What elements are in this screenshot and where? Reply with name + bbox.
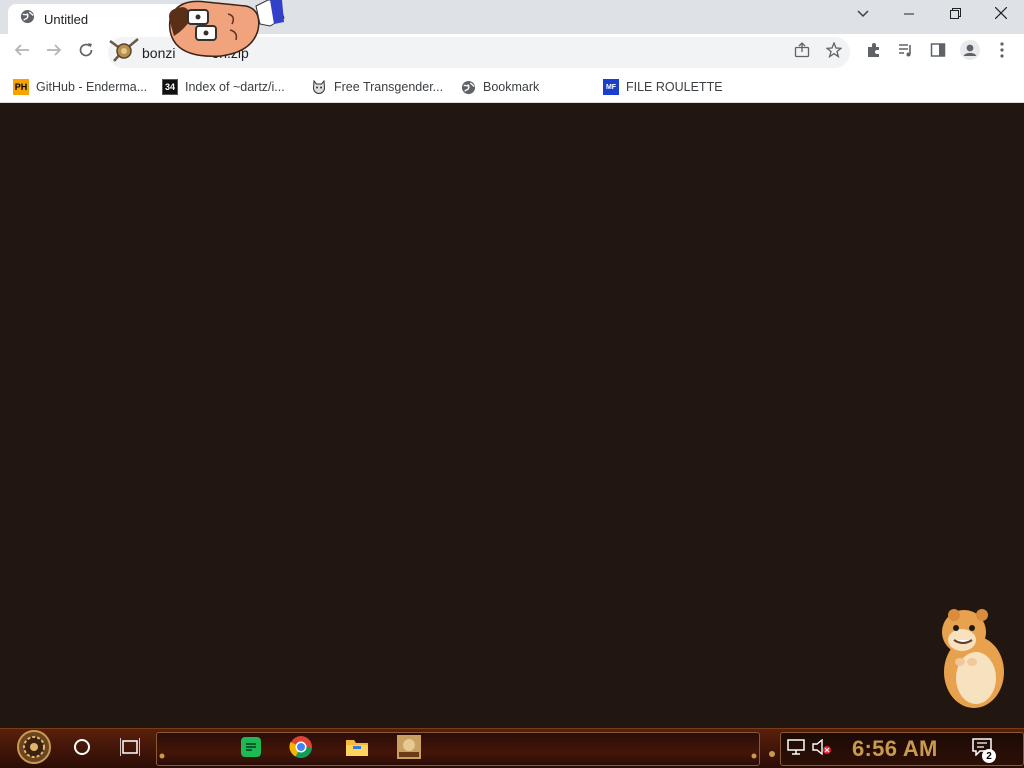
rivet-icon: [751, 746, 757, 764]
game-thumbnail-icon: [397, 734, 421, 764]
rivet-icon: [159, 746, 165, 764]
taskbar-app-game[interactable]: [392, 733, 426, 765]
cartoon-mascot-face: [166, 0, 286, 65]
tab-title: Untitled: [44, 11, 89, 27]
taskbar-app-file-explorer[interactable]: [340, 733, 374, 765]
bookmark-item[interactable]: MF FILE ROULETTE: [603, 77, 723, 97]
forward-button[interactable]: [40, 38, 68, 66]
taskbar-app-chrome[interactable]: [284, 733, 318, 765]
close-icon: [994, 6, 1008, 24]
gizmo-overlay-icon: [108, 35, 140, 70]
bookmark-label: Bookmark: [483, 80, 540, 94]
volume-muted-icon: [812, 738, 832, 760]
page-content-area[interactable]: [0, 104, 1024, 728]
globe-icon: [20, 9, 35, 29]
search-circle-icon: [73, 738, 91, 761]
task-view-button[interactable]: [114, 733, 146, 765]
cat-icon: [311, 79, 327, 95]
tab-search-button[interactable]: [840, 0, 886, 30]
folder-icon: [345, 737, 369, 762]
media-controls-button[interactable]: [892, 38, 920, 66]
bookmark-item[interactable]: PH GitHub - Enderma...: [13, 77, 147, 97]
reload-icon: [78, 42, 94, 63]
extensions-button[interactable]: [860, 38, 888, 66]
restore-button[interactable]: [932, 0, 978, 30]
globe-icon: [460, 79, 476, 95]
spotify-icon: [240, 736, 262, 763]
music-queue-icon: [898, 42, 914, 63]
bookmark-star-button[interactable]: [820, 38, 848, 66]
site-favicon-icon: PH: [13, 79, 29, 95]
browser-toolbar: bonzi on.zip: [0, 34, 1024, 71]
bookmark-item[interactable]: Free Transgender...: [311, 77, 443, 97]
side-panel-button[interactable]: [924, 38, 952, 66]
menu-button[interactable]: [988, 38, 1016, 66]
taskbar-app-spotify[interactable]: [234, 733, 268, 765]
bookmark-label: Free Transgender...: [334, 80, 444, 94]
taskbar-clock[interactable]: 6:56 AM: [852, 736, 938, 762]
volume-tray-button[interactable]: [806, 733, 838, 765]
notification-count-badge: 2: [982, 749, 996, 763]
start-button[interactable]: [8, 729, 60, 768]
bookmark-item[interactable]: Bookmark: [460, 77, 539, 97]
notifications-button[interactable]: 2: [966, 733, 998, 765]
reload-button[interactable]: [72, 38, 100, 66]
task-view-icon: [119, 737, 141, 761]
bookmark-label: FILE ROULETTE: [626, 80, 723, 94]
side-panel-icon: [930, 42, 946, 63]
browser-titlebar: Untitled: [0, 0, 1024, 34]
chevron-down-icon: [857, 6, 869, 24]
close-button[interactable]: [978, 0, 1024, 30]
puzzle-icon: [866, 42, 882, 63]
kebab-menu-icon: [1000, 41, 1004, 63]
restore-icon: [949, 6, 961, 24]
share-button[interactable]: [788, 38, 816, 66]
arrow-right-icon: [46, 42, 62, 63]
arrow-left-icon: [14, 42, 30, 63]
gear-orb-icon: [14, 729, 54, 768]
network-icon: [787, 738, 805, 760]
bookmarks-bar: PH GitHub - Enderma... 34 Index of ~dart…: [0, 71, 1024, 103]
hamster-desktop-pet[interactable]: [930, 604, 1010, 717]
share-icon: [794, 41, 810, 63]
bookmark-label: GitHub - Enderma...: [36, 80, 148, 94]
bookmark-label: Index of ~dartz/i...: [185, 80, 285, 94]
bookmark-item[interactable]: 34 Index of ~dartz/i...: [162, 77, 285, 97]
minimize-button[interactable]: [886, 0, 932, 30]
rivet-icon: [768, 745, 776, 763]
back-button[interactable]: [8, 38, 36, 66]
star-icon: [825, 40, 843, 63]
profile-button[interactable]: [956, 38, 984, 66]
chrome-icon: [289, 735, 313, 764]
avatar-icon: [960, 39, 980, 65]
search-button[interactable]: [66, 733, 98, 765]
site-favicon-icon: 34: [162, 79, 178, 95]
minimize-icon: [904, 6, 914, 24]
site-favicon-icon: MF: [603, 79, 619, 95]
